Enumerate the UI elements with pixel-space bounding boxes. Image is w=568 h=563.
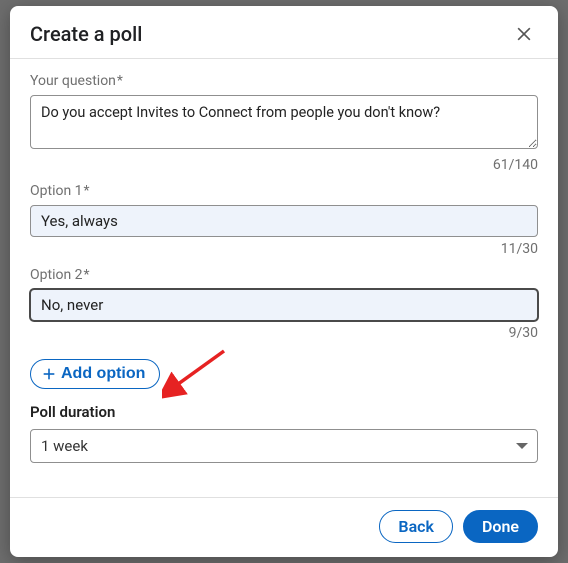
question-field-group: Your question* 61/140 [30,73,538,173]
question-input[interactable] [30,95,538,149]
required-marker: * [84,267,90,283]
question-counter: 61/140 [30,157,538,173]
poll-duration-label: Poll duration [30,403,538,421]
create-poll-modal: Create a poll Your question* 61/140 Opti… [10,6,558,557]
modal-footer: Back Done [10,498,558,557]
option-1-input[interactable] [30,205,538,237]
close-button[interactable] [510,20,538,48]
option-1-field-group: Option 1* 11/30 [30,183,538,257]
modal-title: Create a poll [30,22,142,46]
poll-duration-select[interactable]: 1 week [30,429,538,463]
done-button[interactable]: Done [463,510,538,543]
option-2-input[interactable] [30,289,538,321]
close-icon [514,24,534,44]
option-2-counter: 9/30 [30,325,538,341]
modal-body[interactable]: Your question* 61/140 Option 1* 11/30 Op… [10,59,558,497]
required-marker: * [117,73,123,89]
question-label-text: Your question [30,73,116,89]
option-2-label-text: Option 2 [30,267,83,283]
back-button[interactable]: Back [379,510,453,543]
question-label: Your question* [30,73,538,89]
plus-icon [41,366,57,382]
add-option-label: Add option [61,365,145,383]
option-2-label: Option 2* [30,267,538,283]
option-1-label: Option 1* [30,183,538,199]
required-marker: * [84,183,90,199]
option-2-field-group: Option 2* 9/30 [30,267,538,341]
poll-duration-select-wrap: 1 week [30,429,538,463]
modal-header: Create a poll [10,6,558,58]
option-1-counter: 11/30 [30,241,538,257]
add-option-button[interactable]: Add option [30,359,160,389]
option-1-label-text: Option 1 [30,183,83,199]
